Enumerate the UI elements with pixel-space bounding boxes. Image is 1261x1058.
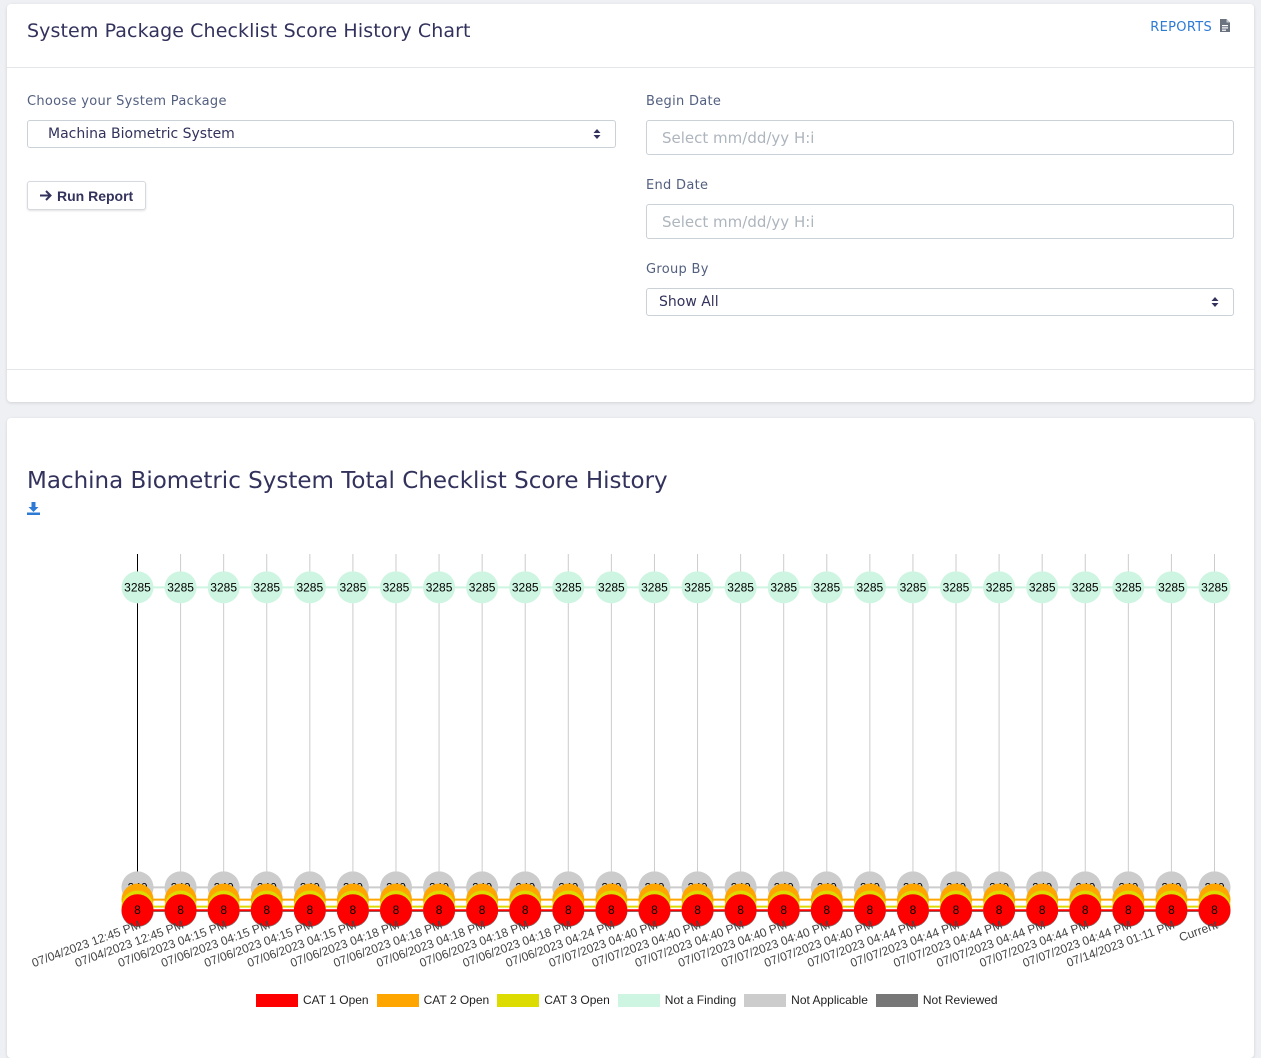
legend-label: CAT 3 Open bbox=[544, 993, 610, 1007]
data-label: 8 bbox=[737, 903, 744, 917]
data-label: 8 bbox=[134, 903, 141, 917]
data-label: 3285 bbox=[1029, 580, 1056, 594]
data-label: 8 bbox=[177, 903, 184, 917]
data-label: 8 bbox=[651, 903, 658, 917]
legend-swatch bbox=[497, 994, 539, 1007]
data-label: 8 bbox=[953, 903, 960, 917]
data-label: 3285 bbox=[813, 580, 840, 594]
chart-legend: CAT 1 Open CAT 2 Open CAT 3 Open Not a Find… bbox=[256, 993, 998, 1007]
data-label: 8 bbox=[220, 903, 227, 917]
reports-link[interactable]: REPORTS bbox=[1150, 19, 1230, 36]
data-label: 3285 bbox=[340, 580, 367, 594]
data-label: 8 bbox=[694, 903, 701, 917]
legend-item[interactable]: Not Reviewed bbox=[876, 993, 998, 1007]
run-report-button[interactable]: Run Report bbox=[27, 181, 146, 210]
data-label: 3285 bbox=[1115, 580, 1142, 594]
data-label: 8 bbox=[1125, 903, 1132, 917]
data-label: 8 bbox=[565, 903, 572, 917]
data-label: 8 bbox=[522, 903, 529, 917]
data-label: 8 bbox=[1168, 903, 1175, 917]
legend-item[interactable]: CAT 1 Open bbox=[256, 993, 369, 1007]
data-label: 3285 bbox=[1201, 580, 1228, 594]
card-footer-divider bbox=[7, 369, 1254, 370]
data-label: 8 bbox=[608, 903, 615, 917]
data-label: 3285 bbox=[727, 580, 754, 594]
legend-swatch bbox=[377, 994, 419, 1007]
data-label: 3285 bbox=[124, 580, 151, 594]
legend-swatch bbox=[618, 994, 660, 1007]
data-label: 8 bbox=[867, 903, 874, 917]
data-label: 8 bbox=[996, 903, 1003, 917]
data-label: 8 bbox=[780, 903, 787, 917]
end-date-label: End Date bbox=[646, 178, 708, 193]
report-filter-card: System Package Checklist Score History C… bbox=[7, 4, 1254, 402]
legend-label: CAT 1 Open bbox=[303, 993, 369, 1007]
data-label: 8 bbox=[350, 903, 357, 917]
legend-item[interactable]: Not Applicable bbox=[744, 993, 868, 1007]
data-label: 3285 bbox=[555, 580, 582, 594]
data-label: 8 bbox=[479, 903, 486, 917]
chart-card: Machina Biometric System Total Checklist… bbox=[7, 418, 1254, 1058]
data-label: 8 bbox=[306, 903, 313, 917]
data-label: 3285 bbox=[857, 580, 884, 594]
end-date-input[interactable] bbox=[646, 204, 1234, 239]
legend-swatch bbox=[744, 994, 786, 1007]
data-label: 3285 bbox=[253, 580, 280, 594]
select-arrows-icon bbox=[1211, 296, 1219, 312]
legend-label: Not a Finding bbox=[665, 993, 736, 1007]
data-label: 3285 bbox=[900, 580, 927, 594]
data-label: 3285 bbox=[167, 580, 194, 594]
data-label: 3285 bbox=[641, 580, 668, 594]
data-label: 8 bbox=[1039, 903, 1046, 917]
package-label: Choose your System Package bbox=[27, 94, 227, 109]
data-label: 3285 bbox=[512, 580, 539, 594]
group-by-label: Group By bbox=[646, 262, 709, 277]
data-label: 3285 bbox=[426, 580, 453, 594]
data-label: 3285 bbox=[296, 580, 323, 594]
legend-swatch bbox=[876, 994, 918, 1007]
data-label: 8 bbox=[1211, 903, 1218, 917]
data-label: 3285 bbox=[943, 580, 970, 594]
data-label: 3285 bbox=[770, 580, 797, 594]
data-label: 3285 bbox=[684, 580, 711, 594]
legend-label: Not Reviewed bbox=[923, 993, 998, 1007]
legend-item[interactable]: CAT 3 Open bbox=[497, 993, 610, 1007]
data-label: 8 bbox=[910, 903, 917, 917]
card-header: System Package Checklist Score History C… bbox=[7, 4, 1254, 68]
data-label: 3285 bbox=[598, 580, 625, 594]
package-select[interactable]: Machina Biometric System bbox=[27, 120, 616, 148]
data-label: 3285 bbox=[986, 580, 1013, 594]
data-label: 8 bbox=[263, 903, 270, 917]
data-label: 3285 bbox=[469, 580, 496, 594]
group-by-select[interactable]: Show All bbox=[646, 288, 1234, 316]
data-label: 3285 bbox=[1072, 580, 1099, 594]
legend-item[interactable]: CAT 2 Open bbox=[377, 993, 490, 1007]
data-label: 8 bbox=[393, 903, 400, 917]
data-label: 3285 bbox=[1158, 580, 1185, 594]
begin-date-label: Begin Date bbox=[646, 94, 721, 109]
legend-item[interactable]: Not a Finding bbox=[618, 993, 736, 1007]
package-select-value: Machina Biometric System bbox=[48, 126, 235, 142]
data-label: 8 bbox=[436, 903, 443, 917]
data-label: 3285 bbox=[210, 580, 237, 594]
data-label: 8 bbox=[1082, 903, 1089, 917]
legend-label: Not Applicable bbox=[791, 993, 868, 1007]
run-report-label: Run Report bbox=[57, 188, 133, 204]
file-icon bbox=[1220, 19, 1230, 36]
page-title: System Package Checklist Score History C… bbox=[27, 20, 471, 42]
legend-label: CAT 2 Open bbox=[424, 993, 490, 1007]
score-history-chart: 3285 3285 3285 3285 3285 3285 3285 3285 3285 3285… bbox=[7, 418, 1254, 993]
arrow-right-icon bbox=[40, 188, 52, 204]
legend-swatch bbox=[256, 994, 298, 1007]
group-by-value: Show All bbox=[659, 294, 719, 310]
select-arrows-icon bbox=[593, 128, 601, 144]
x-tick-label: Current bbox=[1177, 917, 1220, 944]
begin-date-input[interactable] bbox=[646, 120, 1234, 155]
reports-link-label: REPORTS bbox=[1150, 20, 1212, 35]
data-label: 8 bbox=[823, 903, 830, 917]
data-label: 3285 bbox=[383, 580, 410, 594]
